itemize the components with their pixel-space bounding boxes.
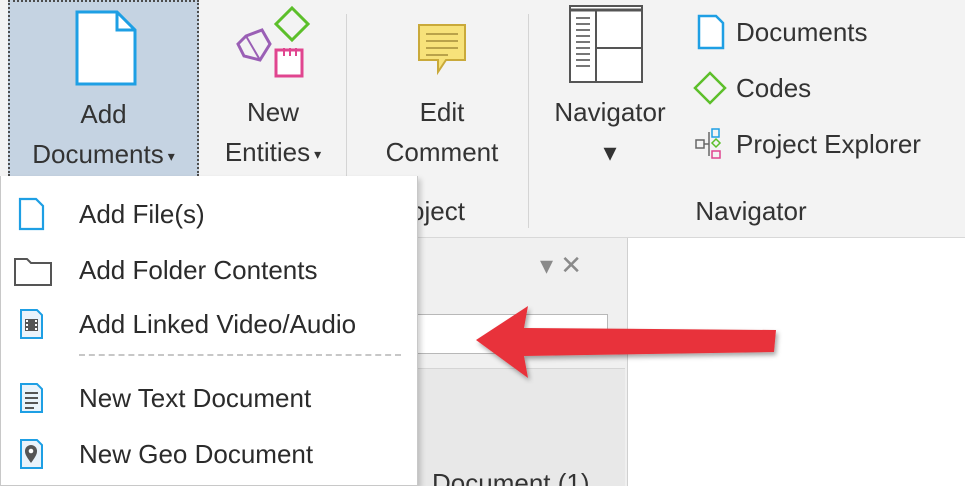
menu-item-label: Add Linked Video/Audio [79,308,357,339]
add-documents-label-line2: Documents [32,139,164,169]
map-pin-icon [13,436,49,472]
edit-comment-label-line2: Comment [385,137,499,167]
menu-item-new-geo-document[interactable]: New Geo Document [1,426,417,482]
menu-separator [79,354,401,356]
text-document-icon [13,380,49,416]
edit-comment-label-line1: Edit [419,97,465,127]
navigator-label: Navigator [554,97,666,127]
add-documents-button[interactable]: Add Documents ▾ [8,0,199,176]
menu-item-label: Add File(s) [79,198,205,229]
new-entities-label-line2-wrap: Entities ▾ [210,136,336,170]
group-separator [528,14,529,228]
file-icon [13,196,49,232]
codes-button[interactable]: Codes [692,70,811,106]
add-documents-label-line2-wrap: Documents ▾ [10,138,197,172]
red-arrow-annotation [470,300,790,389]
document-icon [692,14,728,50]
documents-button[interactable]: Documents [692,14,868,50]
menu-item-add-files[interactable]: Add File(s) [1,186,417,242]
navigator-button[interactable]: Navigator ▾ [540,0,680,176]
menu-item-new-text-document[interactable]: New Text Document [1,370,417,426]
chevron-down-icon: ▾ [603,137,617,167]
menu-item-label: New Geo Document [79,438,314,469]
menu-item-add-linked-video-audio[interactable]: Add Linked Video/Audio [1,296,417,352]
new-entities-button[interactable]: New Entities ▾ [210,0,336,176]
codes-label: Codes [736,72,812,103]
folder-icon [13,252,52,288]
add-documents-dropdown-menu: Add File(s) Add Folder Contents Add Link… [0,176,418,486]
new-entities-icon [232,4,316,87]
new-entities-label-line1: New [246,97,299,127]
new-entities-label-line2: Entities [224,137,311,167]
add-documents-label-line1: Add [80,99,127,129]
comment-icon [416,22,468,83]
group-label-project: oject [410,196,465,226]
document-icon [73,10,137,93]
project-explorer-button[interactable]: Project Explorer [692,126,921,162]
documents-label: Documents [736,16,868,47]
pane-controls[interactable]: ▾ ✕ [540,250,582,281]
project-explorer-icon [692,126,728,162]
menu-item-label: New Text Document [79,382,312,413]
navigator-layout-icon [568,4,644,91]
group-label-navigator: Navigator [695,196,807,226]
edit-comment-button[interactable]: Edit Comment [372,0,512,176]
pane-document-count: Document (1) [432,468,590,486]
menu-item-add-folder-contents[interactable]: Add Folder Contents [1,242,417,298]
code-diamond-icon [692,70,728,106]
project-explorer-label: Project Explorer [736,128,921,159]
chevron-down-icon: ▾ [167,148,175,165]
film-icon [13,306,49,342]
chevron-down-icon: ▾ [314,146,322,163]
menu-item-label: Add Folder Contents [79,254,318,285]
